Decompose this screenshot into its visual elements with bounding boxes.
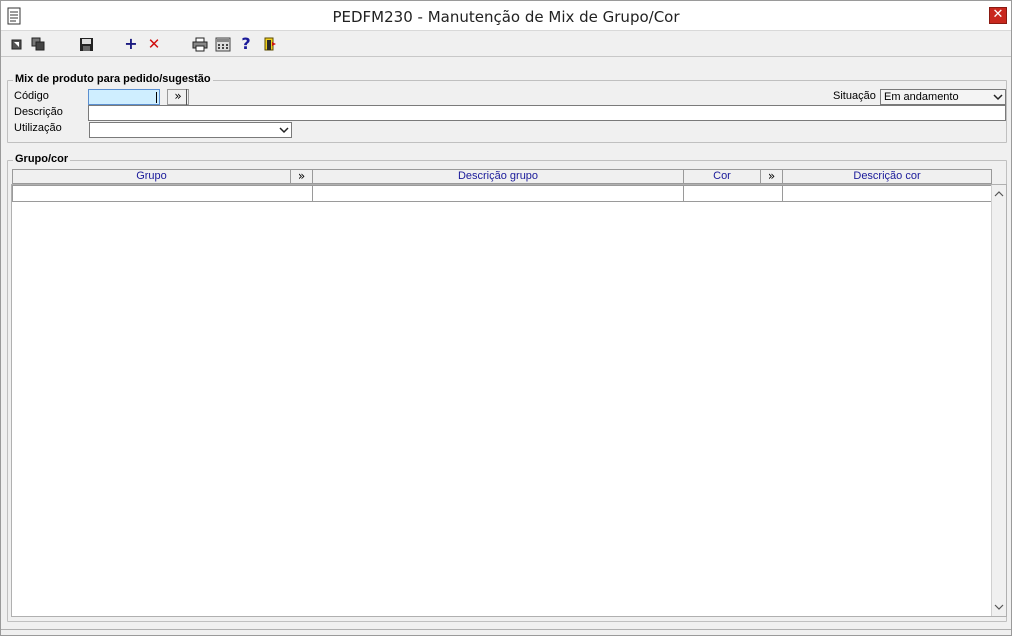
status-bar	[1, 629, 1011, 635]
situacao-label: Situação	[833, 90, 876, 102]
vertical-scrollbar[interactable]	[991, 185, 1006, 616]
cell-grupo[interactable]	[12, 185, 313, 202]
cell-descricao-grupo[interactable]	[313, 185, 684, 202]
close-button[interactable]: ✕	[989, 7, 1007, 24]
chevron-up-icon[interactable]	[994, 189, 1004, 199]
main-window: PEDFM230 - Manutenção de Mix de Grupo/Co…	[0, 0, 1012, 636]
add-icon[interactable]: +	[122, 35, 140, 53]
copy-record-icon[interactable]	[29, 35, 47, 53]
print-icon[interactable]	[191, 35, 209, 53]
column-header-cor[interactable]: Cor	[684, 169, 761, 184]
codigo-input[interactable]	[88, 89, 160, 105]
cell-descricao-cor[interactable]	[783, 185, 992, 202]
text-caret	[156, 92, 157, 103]
calculator-icon[interactable]	[214, 35, 232, 53]
chevron-down-icon	[993, 94, 1003, 101]
grupo-lookup-button[interactable]: »	[291, 169, 313, 184]
save-icon[interactable]	[77, 35, 95, 53]
delete-icon[interactable]: ✕	[145, 35, 163, 53]
codigo-label: Código	[14, 90, 49, 102]
exit-door-icon[interactable]	[261, 35, 279, 53]
grid-body	[11, 184, 1007, 617]
cell-cor[interactable]	[684, 185, 783, 202]
descricao-label: Descrição	[14, 106, 63, 118]
utilizacao-label: Utilização	[14, 122, 62, 134]
mix-group-title: Mix de produto para pedido/sugestão	[13, 73, 213, 85]
help-icon[interactable]: ?	[237, 35, 255, 53]
utilizacao-select[interactable]	[89, 122, 292, 138]
window-title: PEDFM230 - Manutenção de Mix de Grupo/Co…	[332, 8, 680, 26]
chevron-down-icon	[279, 127, 289, 134]
toolbar: + ✕ ?	[1, 31, 1011, 57]
situacao-value: Em andamento	[884, 91, 959, 103]
situacao-select[interactable]: Em andamento	[880, 89, 1006, 105]
title-bar: PEDFM230 - Manutenção de Mix de Grupo/Co…	[1, 1, 1011, 31]
descricao-input[interactable]	[88, 105, 1006, 121]
mix-groupbox: Mix de produto para pedido/sugestão Códi…	[7, 73, 1007, 143]
column-header-grupo[interactable]: Grupo	[12, 169, 291, 184]
separator	[186, 89, 187, 105]
first-record-icon[interactable]	[8, 35, 26, 53]
column-header-descricao-grupo[interactable]: Descrição grupo	[313, 169, 684, 184]
cor-lookup-button[interactable]: »	[761, 169, 783, 184]
chevron-down-icon[interactable]	[994, 602, 1004, 612]
grupo-cor-group-title: Grupo/cor	[13, 153, 71, 165]
column-header-descricao-cor[interactable]: Descrição cor	[783, 169, 992, 184]
